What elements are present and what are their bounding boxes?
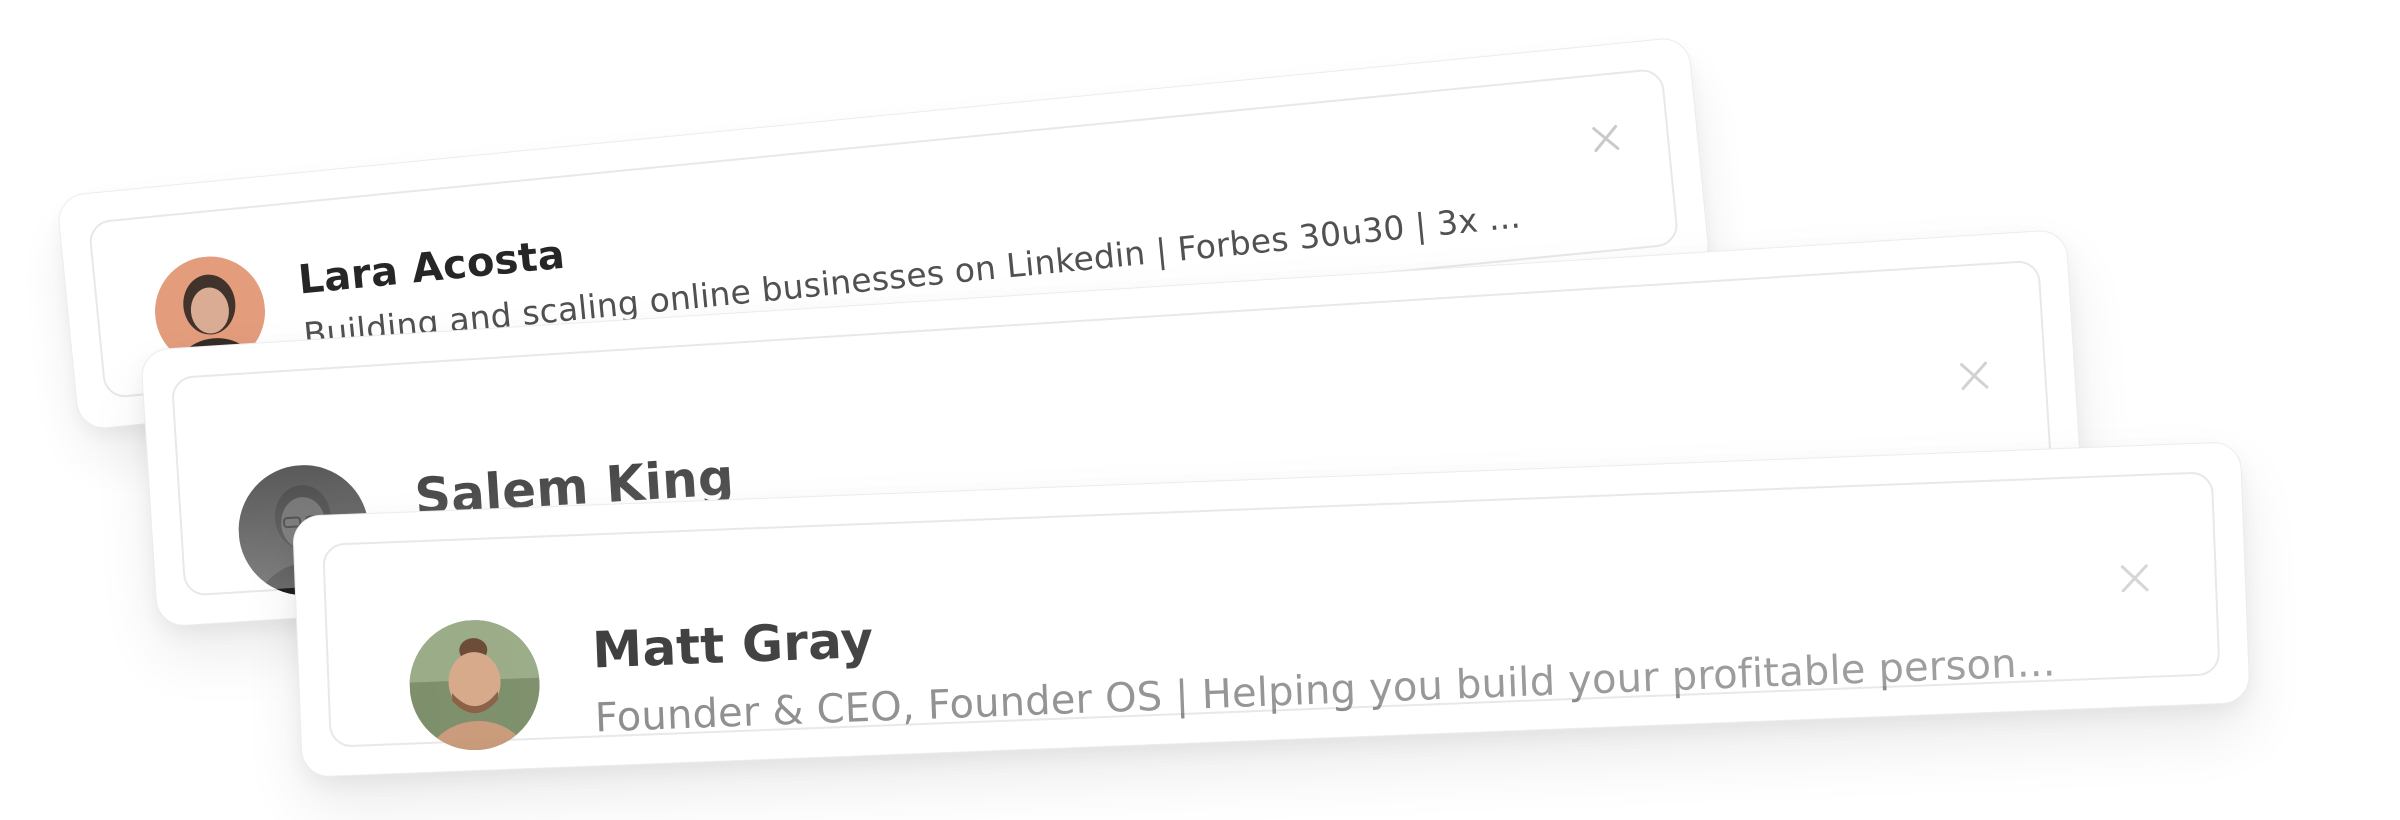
close-icon[interactable] bbox=[1587, 120, 1624, 157]
profile-card-inner: Matt Gray Founder & CEO, Founder OS | He… bbox=[322, 471, 2221, 753]
close-icon[interactable] bbox=[2116, 560, 2153, 597]
avatar bbox=[407, 617, 543, 753]
close-icon[interactable] bbox=[1955, 357, 1993, 395]
profile-name: Matt Gray bbox=[591, 610, 875, 680]
